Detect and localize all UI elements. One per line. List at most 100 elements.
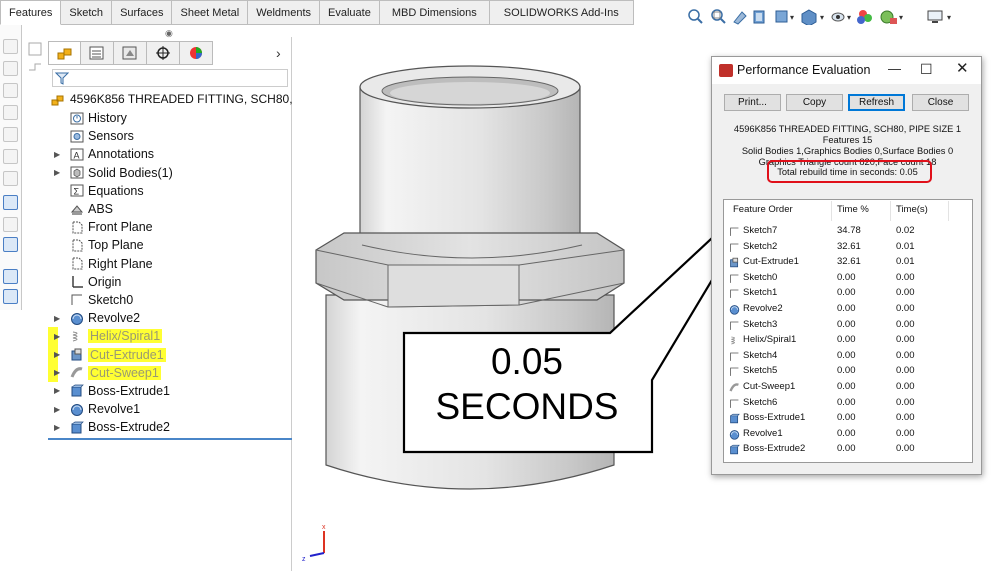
maximize-icon[interactable]: ☐ <box>920 61 933 78</box>
feature-time-row[interactable]: Sketch0 0.00 0.00 <box>724 271 974 287</box>
column-time-percent[interactable]: Time % <box>837 204 869 215</box>
toolbar-tool-icon[interactable] <box>3 105 18 120</box>
rollback-bar[interactable] <box>48 438 292 441</box>
toolbar-tool-icon[interactable] <box>3 127 18 142</box>
minimize-icon[interactable]: — <box>888 61 901 76</box>
expand-arrow-icon[interactable]: ▶ <box>54 405 60 414</box>
tab-display-manager[interactable] <box>180 41 213 65</box>
feature-tree-item[interactable]: ▶ Revolve1 <box>48 400 292 418</box>
toolbar-tool-icon[interactable] <box>3 149 18 164</box>
tab-dimxpert-manager[interactable] <box>147 41 180 65</box>
view-settings-icon[interactable]: ▾ <box>927 10 951 23</box>
feature-time-row[interactable]: Helix/Spiral1 0.00 0.00 <box>724 333 974 349</box>
toolbar-tool-icon[interactable] <box>3 195 18 210</box>
expand-arrow-icon[interactable]: ▶ <box>54 150 60 159</box>
expand-arrow-icon[interactable]: ▶ <box>54 314 60 323</box>
feature-time-row[interactable]: Sketch4 0.00 0.00 <box>724 349 974 365</box>
tab-sketch[interactable]: Sketch <box>61 0 113 25</box>
edit-appearance-icon[interactable] <box>857 10 872 24</box>
feature-tree-item[interactable]: Top Plane <box>48 236 292 254</box>
feature-tree-item[interactable]: ▶ Boss-Extrude1 <box>48 382 292 400</box>
column-time-seconds[interactable]: Time(s) <box>896 204 928 215</box>
feature-tree-item[interactable]: Sensors <box>48 127 292 145</box>
tab-evaluate[interactable]: Evaluate <box>320 0 380 25</box>
column-feature-order[interactable]: Feature Order <box>733 204 793 215</box>
toolbar-tool-icon[interactable] <box>3 39 18 54</box>
previous-view-icon[interactable] <box>733 11 747 25</box>
feature-time-list[interactable]: Feature Order Time % Time(s) Sketch7 34.7… <box>723 199 973 463</box>
tab-feature-manager[interactable] <box>48 41 81 65</box>
feature-tree-item[interactable]: ▶ Cut-Extrude1 <box>48 345 292 364</box>
feature-tree-item[interactable]: History <box>48 109 292 127</box>
toolbar-tool-icon[interactable] <box>3 171 18 186</box>
feature-tree-root[interactable]: 4596K856 THREADED FITTING, SCH80, P <box>48 89 304 109</box>
toolbar-tool-icon[interactable] <box>3 289 18 304</box>
print-button[interactable]: Print... <box>724 94 781 111</box>
feature-tree-item[interactable]: Right Plane <box>48 255 292 273</box>
view-orientation-icon[interactable]: ▾ <box>775 10 794 23</box>
feature-tree-item[interactable]: ABS <box>48 200 292 218</box>
feature-tree-item[interactable]: ▶ Revolve2 <box>48 309 292 327</box>
feature-tree-item[interactable]: Σ Equations <box>48 182 292 200</box>
expand-arrow-icon[interactable]: ▶ <box>54 368 60 377</box>
zoom-to-fit-icon[interactable] <box>688 9 703 24</box>
expand-arrow-icon[interactable]: ▶ <box>54 168 60 177</box>
feature-tree-item[interactable]: ▶ A Annotations <box>48 145 292 163</box>
feature-tree-item[interactable]: ▶ Solid Bodies(1) <box>48 164 292 182</box>
feature-name: Boss-Extrude1 <box>743 412 806 424</box>
close-icon[interactable]: ✕ <box>956 59 969 77</box>
toolbar-tool-icon[interactable] <box>3 237 18 252</box>
sketch-icon <box>729 226 739 236</box>
tab-mbd-dimensions[interactable]: MBD Dimensions <box>379 0 490 25</box>
feature-tree-item[interactable]: Front Plane <box>48 218 292 236</box>
feature-time-row[interactable]: Cut-Sweep1 0.00 0.00 <box>724 380 974 396</box>
panel-tabs-scroll-right[interactable]: › <box>276 45 281 61</box>
expand-arrow-icon[interactable]: ▶ <box>54 350 60 359</box>
toolbar-tool-icon[interactable] <box>3 269 18 284</box>
expand-arrow-icon[interactable]: ▶ <box>54 332 60 341</box>
toolbar-tool-icon[interactable] <box>3 61 18 76</box>
zoom-to-area-icon[interactable] <box>711 9 726 24</box>
feature-time-row[interactable]: Sketch7 34.78 0.02 <box>724 224 974 240</box>
feature-time-row[interactable]: Sketch2 32.61 0.01 <box>724 240 974 256</box>
sketch-tools-icon[interactable] <box>26 40 46 80</box>
feature-time-row[interactable]: Sketch5 0.00 0.00 <box>724 364 974 380</box>
tab-configuration-manager[interactable] <box>114 41 147 65</box>
hide-show-items-icon[interactable]: ▾ <box>831 12 851 22</box>
feature-tree-filter[interactable] <box>52 69 288 87</box>
feature-time-row[interactable]: Revolve1 0.00 0.00 <box>724 427 974 443</box>
feature-time-row[interactable]: Sketch1 0.00 0.00 <box>724 286 974 302</box>
feature-tree-item-label: History <box>88 111 127 126</box>
feature-time-row[interactable]: Boss-Extrude1 0.00 0.00 <box>724 411 974 427</box>
feature-time-row[interactable]: Revolve2 0.00 0.00 <box>724 302 974 318</box>
apply-scene-icon[interactable]: ▾ <box>880 10 903 24</box>
section-view-icon[interactable] <box>753 10 765 24</box>
svg-text:▾: ▾ <box>820 13 824 22</box>
feature-tree-item[interactable]: Origin <box>48 273 292 291</box>
toolbar-tool-icon[interactable] <box>3 83 18 98</box>
tab-features[interactable]: Features <box>0 0 62 25</box>
feature-time-row[interactable]: Sketch3 0.00 0.00 <box>724 318 974 334</box>
panel-grip[interactable]: ◉ <box>165 28 173 39</box>
feature-tree-item[interactable]: ▶ Cut-Sweep1 <box>48 363 292 382</box>
display-style-icon[interactable]: ▾ <box>801 9 824 27</box>
feature-tree-item[interactable]: ▶ Boss-Extrude2 <box>48 418 292 436</box>
tab-surfaces[interactable]: Surfaces <box>112 0 173 25</box>
feature-time-row[interactable]: Boss-Extrude2 0.00 0.00 <box>724 442 974 458</box>
feature-tree-item[interactable]: Sketch0 <box>48 291 292 309</box>
feature-time-row[interactable]: Sketch6 0.00 0.00 <box>724 396 974 412</box>
copy-button[interactable]: Copy <box>786 94 843 111</box>
refresh-button[interactable]: Refresh <box>848 94 905 111</box>
tab-property-manager[interactable] <box>81 41 114 65</box>
tab-weldments[interactable]: Weldments <box>248 0 321 25</box>
feature-time-row[interactable]: Cut-Extrude1 32.61 0.01 <box>724 255 974 271</box>
dialog-title-bar[interactable]: Performance Evaluation — ☐ ✕ <box>712 57 981 84</box>
tab-solidworks-addins[interactable]: SOLIDWORKS Add-Ins <box>489 0 634 25</box>
tab-sheet-metal[interactable]: Sheet Metal <box>172 0 249 25</box>
toolbar-tool-icon[interactable] <box>3 217 18 232</box>
close-button[interactable]: Close <box>912 94 969 111</box>
expand-arrow-icon[interactable]: ▶ <box>54 386 60 395</box>
feature-tree-item[interactable]: ▶ Helix/Spiral1 <box>48 327 292 346</box>
configuration-manager-icon <box>122 46 137 60</box>
expand-arrow-icon[interactable]: ▶ <box>54 423 60 432</box>
